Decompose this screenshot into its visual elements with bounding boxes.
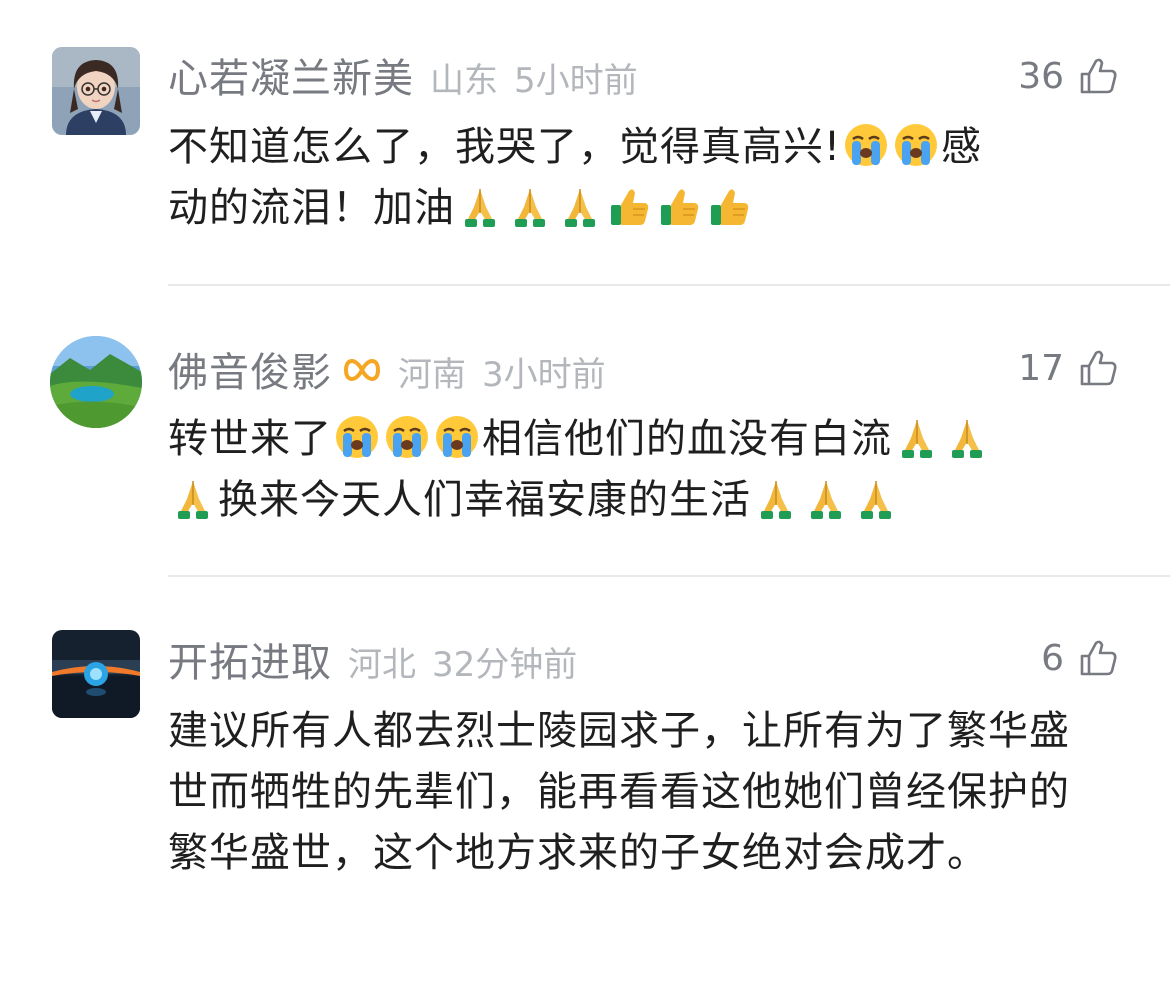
comment-text: 不知道怎么了，我哭了，觉得真高兴! 感 动的流泪！加油 xyxy=(168,117,1098,239)
thumbs-up-outline-icon[interactable] xyxy=(1078,348,1118,388)
thumbs-up-outline-icon[interactable] xyxy=(1078,56,1118,96)
avatar[interactable] xyxy=(52,47,140,135)
loudly-crying-face-emoji xyxy=(893,122,939,168)
folded-hands-emoji xyxy=(853,475,899,521)
folded-hands-emoji xyxy=(507,183,553,229)
avatar[interactable] xyxy=(52,630,140,718)
thumbs-up-emoji xyxy=(707,183,753,229)
comment-meta: 开拓进取 河北 32分钟前 xyxy=(168,630,577,690)
username[interactable]: 开拓进取 xyxy=(168,630,332,688)
comment-divider xyxy=(168,575,1170,577)
folded-hands-emoji xyxy=(944,414,990,460)
loudly-crying-face-emoji xyxy=(334,414,380,460)
location-label: 山东 xyxy=(430,61,498,101)
folded-hands-emoji xyxy=(557,183,603,229)
thumbs-up-emoji xyxy=(657,183,703,229)
comment-text-segment: 转世来了 xyxy=(168,416,332,462)
thumbs-up-emoji xyxy=(607,183,653,229)
loudly-crying-face-emoji xyxy=(434,414,480,460)
comment-divider xyxy=(168,284,1170,286)
location-label: 河北 xyxy=(348,645,416,685)
gold-infinity-badge-icon xyxy=(342,353,382,387)
comment-text-segment: 不知道怎么了，我哭了，觉得真高兴! xyxy=(168,124,842,170)
folded-hands-emoji xyxy=(753,475,799,521)
folded-hands-emoji xyxy=(803,475,849,521)
folded-hands-emoji xyxy=(894,414,940,460)
comment-text-segment: 动的流泪！加油 xyxy=(168,185,455,231)
comment-text-segment: 感 xyxy=(941,124,983,170)
like-count: 6 xyxy=(1041,637,1064,679)
loudly-crying-face-emoji xyxy=(384,414,430,460)
comment-text-segment: 相信他们的血没有白流 xyxy=(482,416,892,462)
like-button[interactable]: 36 xyxy=(1018,46,1118,106)
folded-hands-emoji xyxy=(170,475,216,521)
comment-meta: 佛音俊影 河南 3小时前 xyxy=(168,340,606,400)
username[interactable]: 心若凝兰新美 xyxy=(168,46,414,104)
loudly-crying-face-emoji xyxy=(843,122,889,168)
thumbs-up-outline-icon[interactable] xyxy=(1078,638,1118,678)
location-label: 河南 xyxy=(398,355,466,395)
comment-text: 建议所有人都去烈士陵园求子，让所有为了繁华盛世而牺牲的先辈们，能再看看这他她们曾… xyxy=(168,708,1070,876)
timestamp: 3小时前 xyxy=(482,355,606,395)
like-count: 36 xyxy=(1018,55,1064,97)
timestamp: 32分钟前 xyxy=(432,645,578,685)
username[interactable]: 佛音俊影 xyxy=(168,340,332,398)
like-button[interactable]: 17 xyxy=(1018,338,1118,398)
avatar[interactable] xyxy=(50,336,142,428)
like-button[interactable]: 6 xyxy=(1041,628,1118,688)
folded-hands-emoji xyxy=(457,183,503,229)
comment-meta: 心若凝兰新美 山东 5小时前 xyxy=(168,46,638,106)
timestamp: 5小时前 xyxy=(514,61,638,101)
like-count: 17 xyxy=(1018,347,1064,389)
comment-text-segment: 换来今天人们幸福安康的生活 xyxy=(218,477,751,523)
comment-text: 转世来了 相信他们的血没有白流 换来今天人们幸福安康的生活 xyxy=(168,409,1098,531)
